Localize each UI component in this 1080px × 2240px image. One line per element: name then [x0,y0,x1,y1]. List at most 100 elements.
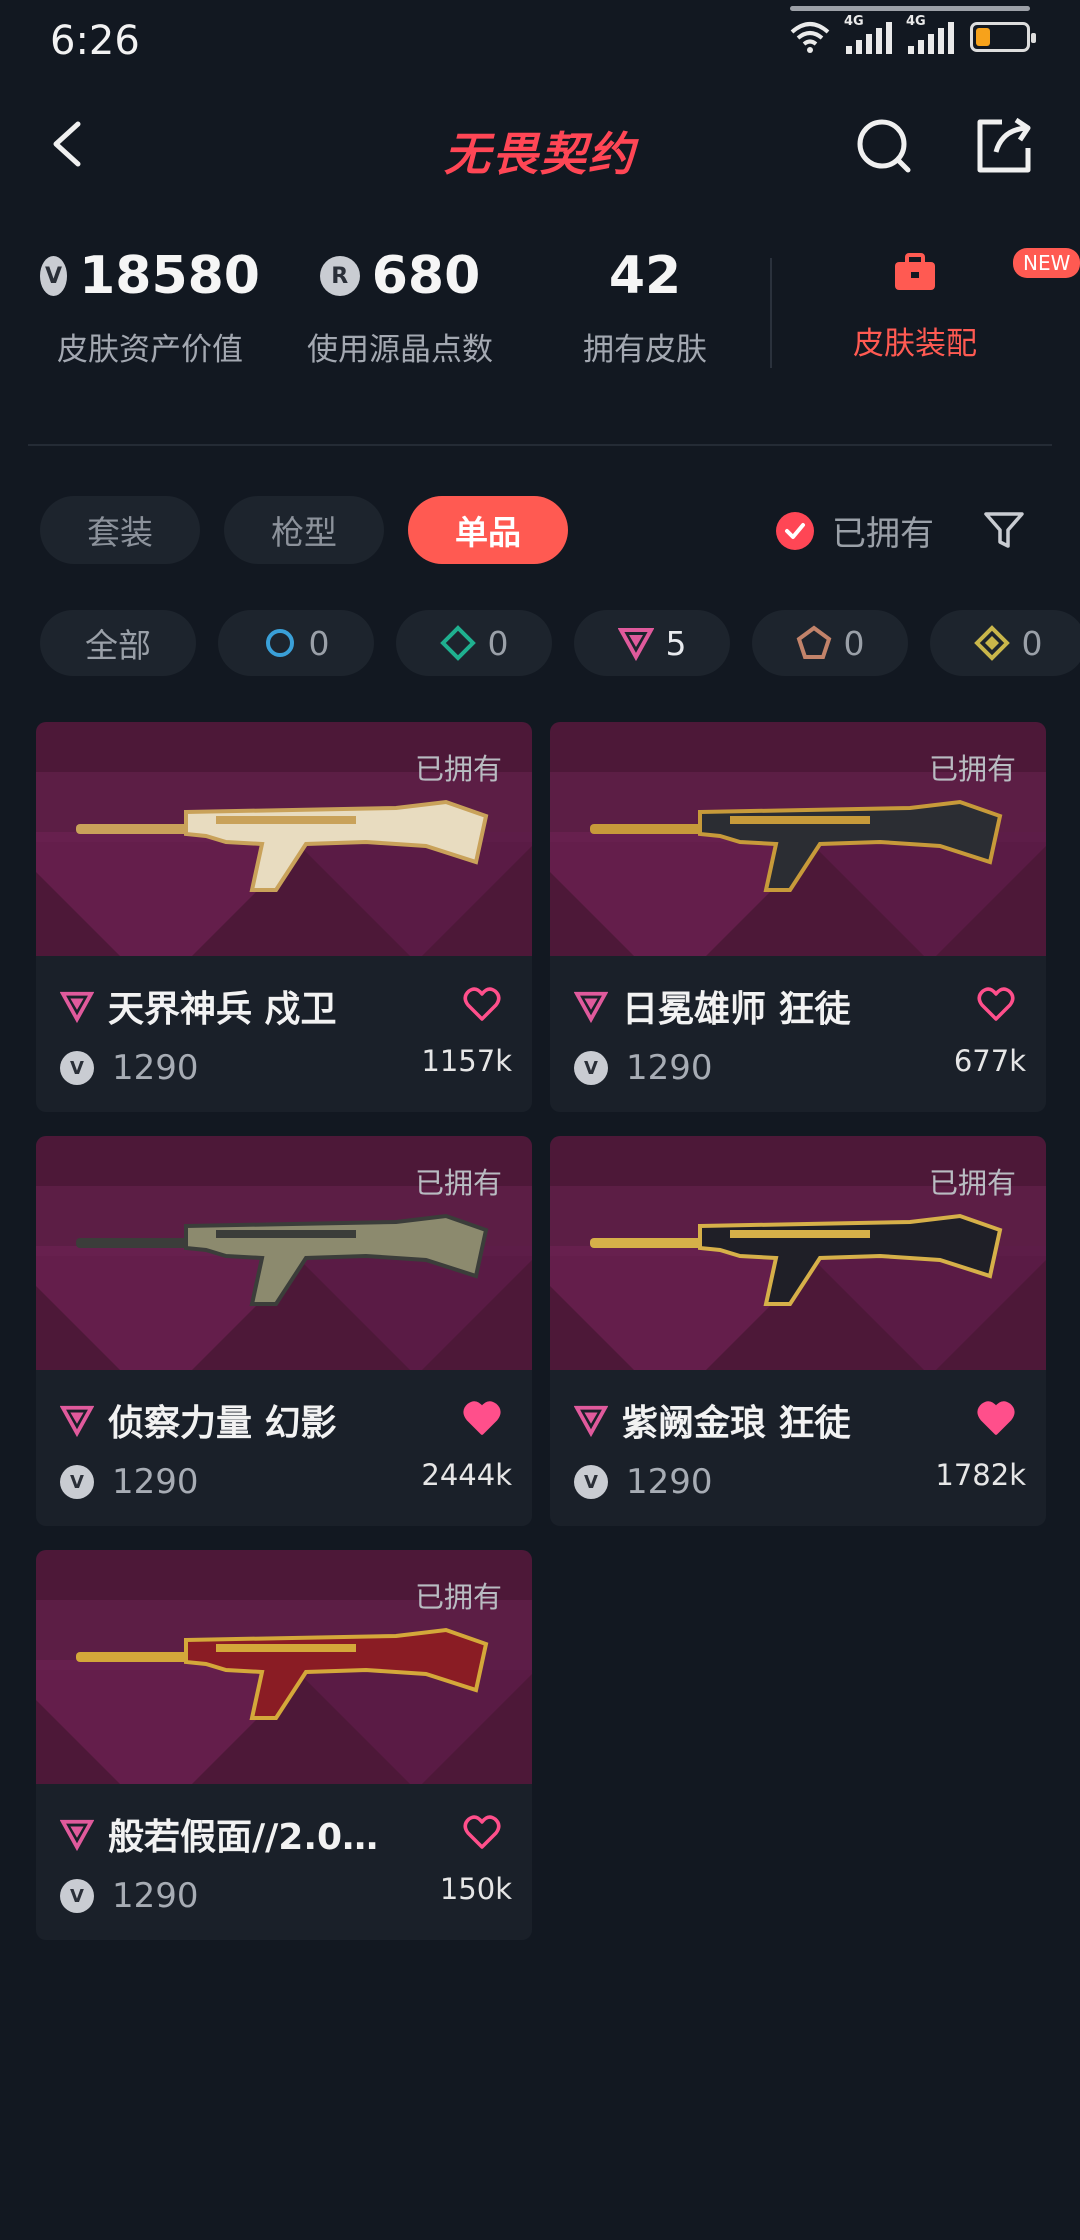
weapon-image [76,799,489,892]
rarity-filter-all[interactable]: 全部 [40,610,196,676]
skin-name: 侦察力量 幻影 [108,1403,337,1444]
skin-image: 已拥有 [550,722,1046,956]
owned-tag: 已拥有 [414,752,502,786]
vp-coin-icon: V [60,1879,94,1913]
skin-card[interactable]: 已拥有日冕雄师 狂徒 V 1290 677k [550,722,1046,1112]
weapon-image [590,799,1003,892]
deluxe-tier-icon [439,625,476,661]
skin-name: 紫阙金琅 狂徒 [622,1403,851,1444]
favorite-heart-icon[interactable] [462,1398,502,1438]
radianite-label: 使用源晶点数 [307,332,493,368]
like-count: 150k [439,1872,512,1906]
notification-handle[interactable] [790,6,1030,11]
rarity-all-label: 全部 [85,626,151,665]
rarity-filter-premium[interactable]: 5 [574,610,730,676]
skin-name: 般若假面//2.0… [108,1817,379,1858]
vp-coin-icon: V [60,1051,94,1085]
app-logo-title: 无畏契约 [444,127,636,181]
app-header: 无畏契约 [0,84,1080,204]
skin-card[interactable]: 已拥有紫阙金琅 狂徒 V 1290 1782k [550,1136,1046,1526]
owned-filter-toggle[interactable]: 已拥有 [776,506,934,555]
stat-asset-value: V 18580 皮肤资产价值 [40,240,260,369]
rarity-filter-row: 全部 0 0 5 0 0 [40,610,1080,676]
status-icons: 4G 4G [790,14,1036,54]
rarity-filter-ultra[interactable]: 0 [752,610,908,676]
weapon-image [76,1627,489,1720]
owned-filter-label: 已拥有 [832,514,934,554]
status-bar: 6:26 4G 4G [0,0,1080,84]
ultra-tier-icon [796,625,831,659]
weapon-image [76,1213,489,1306]
tab-single-items[interactable]: 单品 [408,496,568,564]
skin-card[interactable]: 已拥有般若假面//2.0… V 1290 150k [36,1550,532,1940]
exclusive-tier-icon [973,625,1010,661]
skin-price: 1290 [626,1462,713,1502]
exclusive-count: 0 [1021,623,1043,663]
like-count: 677k [953,1044,1026,1078]
skin-image: 已拥有 [36,722,532,956]
premium-count: 5 [665,623,687,663]
asset-value: 18580 [79,246,260,306]
signal-label-1: 4G [844,14,864,29]
checkmark-icon [776,511,814,550]
skin-name: 天界神兵 戍卫 [108,989,337,1030]
select-tier-icon [265,629,294,657]
vp-coin-icon: V [40,256,68,296]
new-badge: NEW [1013,248,1080,278]
skin-image: 已拥有 [36,1550,532,1784]
like-count: 2444k [421,1458,512,1492]
premium-tier-icon [574,1405,608,1437]
skin-price: 1290 [112,1048,199,1088]
skin-image: 已拥有 [550,1136,1046,1370]
favorite-heart-icon[interactable] [976,984,1016,1024]
section-divider [28,444,1052,446]
premium-tier-icon [60,1819,94,1851]
tab-bundles[interactable]: 套装 [40,496,200,564]
vp-coin-icon: V [574,1051,608,1085]
radianite-value: 680 [371,246,481,306]
asset-value-label: 皮肤资产价值 [57,332,243,368]
radianite-icon: R [319,256,360,296]
stats-divider [770,258,772,368]
skin-card[interactable]: 已拥有天界神兵 戍卫 V 1290 1157k [36,722,532,1112]
category-tabs: 套装 枪型 单品 [40,496,568,564]
favorite-heart-icon[interactable] [462,1812,502,1852]
owned-tag: 已拥有 [928,1166,1016,1200]
skin-card[interactable]: 已拥有侦察力量 幻影 V 1290 2444k [36,1136,532,1526]
skin-price: 1290 [112,1462,199,1502]
owned-tag: 已拥有 [928,752,1016,786]
vp-coin-icon: V [60,1465,94,1499]
search-icon[interactable] [852,114,916,178]
rarity-filter-exclusive[interactable]: 0 [930,610,1080,676]
like-count: 1157k [421,1044,512,1078]
cellular-signal-1-icon: 4G [844,14,892,54]
like-count: 1782k [935,1458,1026,1492]
stat-radianite: R 680 使用源晶点数 [290,240,510,369]
weapon-image [590,1213,1003,1306]
skin-loadout-button[interactable]: NEW 皮肤装配 [800,240,1080,363]
skin-price: 1290 [112,1876,199,1916]
signal-label-2: 4G [906,14,926,29]
deluxe-count: 0 [487,623,509,663]
skin-name: 日冕雄师 狂徒 [622,989,851,1030]
rarity-filter-deluxe[interactable]: 0 [396,610,552,676]
rarity-filter-select[interactable]: 0 [218,610,374,676]
owned-tag: 已拥有 [414,1166,502,1200]
skin-price: 1290 [626,1048,713,1088]
vp-coin-icon: V [574,1465,608,1499]
owned-tag: 已拥有 [414,1580,502,1614]
premium-tier-icon [60,991,94,1023]
premium-tier-icon [617,628,654,661]
skin-image: 已拥有 [36,1136,532,1370]
select-count: 0 [308,623,330,663]
premium-tier-icon [60,1405,94,1437]
tab-weapon-type[interactable]: 枪型 [224,496,384,564]
share-icon[interactable] [972,114,1036,178]
favorite-heart-icon[interactable] [462,984,502,1024]
premium-tier-icon [574,991,608,1023]
filter-funnel-icon[interactable] [982,508,1026,552]
favorite-heart-icon[interactable] [976,1398,1016,1438]
skin-loadout-label: 皮肤装配 [853,326,977,362]
wifi-icon [790,22,830,53]
briefcase-icon: NEW [893,248,1080,292]
